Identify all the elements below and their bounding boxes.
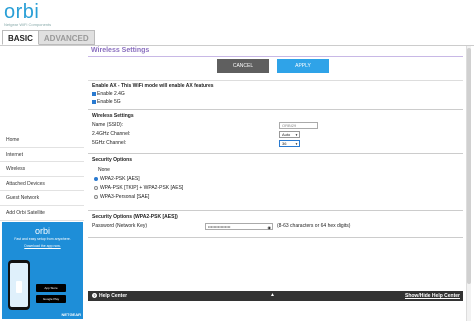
button-divider <box>88 80 463 81</box>
sidebar-item-attached-devices[interactable]: Attached Devices <box>0 177 84 192</box>
chevron-up-icon[interactable]: ▲ <box>270 292 275 298</box>
password-row: Password (Network Key) •••••••••••••••• ◉… <box>88 223 463 232</box>
tab-basic[interactable]: BASIC <box>2 30 39 45</box>
promo-text: Fast and easy setup from anywhere. <box>14 237 71 241</box>
security-option-none[interactable]: None <box>88 167 463 176</box>
password-input[interactable]: •••••••••••••••• ◉ <box>205 223 273 230</box>
scrollbar[interactable] <box>466 46 471 321</box>
ssid-row: Name (SSID): ORBI29 <box>88 122 463 131</box>
sidebar-item-add-satellite[interactable]: Add Orbi Satellite <box>0 206 84 221</box>
radio-wpa3[interactable] <box>94 194 98 199</box>
mode-tabs: BASIC ADVANCED <box>2 30 95 45</box>
ax-title: Enable AX - This WiFi mode will enable A… <box>92 83 214 89</box>
security-option-label: WPA3-Personal [SAE] <box>100 194 150 200</box>
cancel-button[interactable]: CANCEL <box>217 59 269 73</box>
enable-5g-label: Enable 5G <box>97 99 121 105</box>
channel-24-value: Auto <box>282 132 291 137</box>
security-option-label: None <box>98 167 110 173</box>
netgear-logo: NETGEAR <box>61 312 81 317</box>
channel-5-select[interactable]: 36 ▼ <box>279 140 300 147</box>
sidebar-item-guest-network[interactable]: Guest Network <box>0 191 84 206</box>
enable-24g-row[interactable]: Enable 2.4G <box>88 91 463 97</box>
channel-5-label: 5GHz Channel: <box>92 140 127 146</box>
sidebar-item-internet[interactable]: Internet <box>0 148 84 163</box>
help-center-label: Help Center <box>99 293 128 299</box>
key-section: Security Options (WPA2-PSK [AES]) Passwo… <box>88 210 463 238</box>
section-divider <box>88 237 463 238</box>
enable-5g-row[interactable]: Enable 5G <box>88 99 463 105</box>
eye-icon[interactable]: ◉ <box>268 225 272 230</box>
phone-screen <box>10 263 28 307</box>
page-title: Wireless Settings <box>91 47 150 54</box>
password-label: Password (Network Key) <box>92 223 148 229</box>
help-icon: ? <box>92 293 97 299</box>
logo-word: orbi <box>4 1 40 23</box>
password-value: •••••••••••••••• <box>208 224 231 229</box>
help-center-toggle[interactable]: ? Help Center <box>92 293 127 299</box>
google-play-badge[interactable]: Google Play <box>36 295 66 303</box>
password-hint: (8-63 characters or 64 hex digits) <box>277 223 351 229</box>
router-admin-page: orbi Netgear WiFi Components BASIC ADVAN… <box>0 0 474 321</box>
section-divider <box>88 109 463 110</box>
ssid-label: Name (SSID): <box>92 122 124 128</box>
section-divider <box>88 210 463 211</box>
ssid-input[interactable]: ORBI29 <box>279 122 318 129</box>
wireless-title: Wireless Settings <box>92 113 134 119</box>
phone-image <box>8 260 30 310</box>
sidebar: Home Internet Wireless Attached Devices … <box>0 133 84 221</box>
channel-24-label: 2.4GHz Channel: <box>92 131 131 137</box>
tab-advanced[interactable]: ADVANCED <box>38 30 95 45</box>
app-store-badge[interactable]: App Store <box>36 284 66 292</box>
apply-button[interactable]: APPLY <box>277 59 329 73</box>
orbi-device-icon <box>16 281 22 293</box>
chevron-down-icon: ▼ <box>295 142 298 146</box>
sidebar-item-home[interactable]: Home <box>0 133 84 148</box>
scrollbar-thumb[interactable] <box>467 48 471 284</box>
help-center-bar: ? Help Center ▲ Show/Hide Help Center <box>88 291 463 301</box>
app-promo-banner[interactable]: orbi Fast and easy setup from anywhere. … <box>2 222 83 319</box>
channel-24-select[interactable]: Auto ▼ <box>279 131 300 138</box>
radio-wpa2[interactable] <box>94 176 98 181</box>
promo-logo: orbi <box>34 226 50 236</box>
security-title: Security Options <box>92 157 133 163</box>
orbi-logo: orbi Netgear WiFi Components <box>4 2 51 27</box>
wireless-section: Wireless Settings Name (SSID): ORBI29 2.… <box>88 109 463 149</box>
show-hide-help-link[interactable]: Show/Hide Help Center <box>405 293 460 299</box>
security-option-wpa-mixed[interactable]: WPA-PSK [TKIP] + WPA2-PSK [AES] <box>88 185 463 194</box>
title-divider <box>88 56 463 57</box>
security-option-wpa3[interactable]: WPA3-Personal [SAE] <box>88 194 463 203</box>
channel-24-row: 2.4GHz Channel: Auto ▼ <box>88 131 463 140</box>
main-panel: Wireless Settings CANCEL APPLY Enable AX… <box>88 45 463 295</box>
logo-tagline: Netgear WiFi Components <box>4 22 52 27</box>
section-divider <box>88 153 463 154</box>
channel-5-row: 5GHz Channel: 36 ▼ <box>88 140 463 149</box>
enable-24g-label: Enable 2.4G <box>97 91 125 97</box>
promo-download-link[interactable]: Download the app now. <box>2 244 83 248</box>
channel-5-value: 36 <box>282 141 287 146</box>
radio-wpa-mixed[interactable] <box>94 185 98 190</box>
security-section: Security Options None WPA2-PSK [AES] WPA… <box>88 153 463 203</box>
security-option-label: WPA2-PSK [AES] <box>100 176 140 182</box>
chevron-down-icon: ▼ <box>295 133 298 137</box>
sidebar-item-wireless[interactable]: Wireless <box>0 162 84 177</box>
ax-section: Enable AX - This WiFi mode will enable A… <box>88 83 463 105</box>
key-title: Security Options (WPA2-PSK [AES]) <box>92 214 178 220</box>
security-option-wpa2[interactable]: WPA2-PSK [AES] <box>88 176 463 185</box>
enable-5g-checkbox[interactable] <box>92 99 96 104</box>
enable-24g-checkbox[interactable] <box>92 91 96 96</box>
security-option-label: WPA-PSK [TKIP] + WPA2-PSK [AES] <box>100 185 184 191</box>
